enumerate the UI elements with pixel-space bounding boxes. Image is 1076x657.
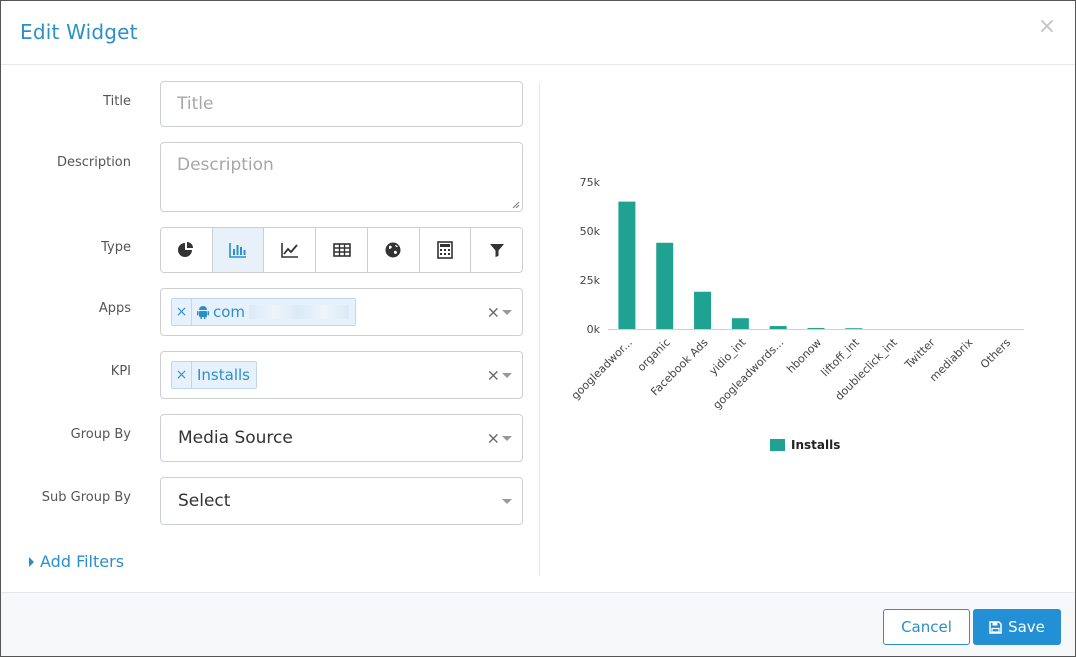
save-button[interactable]: Save <box>973 609 1061 645</box>
modal-footer: Cancel Save <box>1 592 1075 656</box>
sub-group-by-chevron-down-icon[interactable] <box>502 499 512 504</box>
redacted-app-id <box>249 305 350 319</box>
bar[interactable] <box>845 328 863 329</box>
table-icon <box>332 243 351 257</box>
app-tag-text: com <box>213 303 246 321</box>
legend-label[interactable]: Installs <box>791 438 840 452</box>
type-selector <box>160 227 523 273</box>
resize-grip-icon[interactable] <box>512 201 520 209</box>
legend-swatch[interactable] <box>770 439 785 451</box>
line-chart-icon <box>280 243 298 258</box>
kpi-chevron-down-icon[interactable] <box>502 373 512 378</box>
apps-label: Apps <box>98 301 131 316</box>
bar[interactable] <box>731 318 749 329</box>
type-map-button[interactable] <box>367 228 420 272</box>
type-line-button[interactable] <box>264 228 317 272</box>
sub-group-by-placeholder: Select <box>178 491 231 511</box>
bar[interactable] <box>807 328 825 329</box>
type-label: Type <box>101 240 131 255</box>
sub-group-by-select[interactable]: Select <box>160 477 523 525</box>
cancel-button[interactable]: Cancel <box>883 609 970 645</box>
title-placeholder: Title <box>177 94 214 114</box>
caret-right-icon <box>29 556 34 567</box>
calculator-icon <box>437 241 453 259</box>
android-icon <box>197 306 209 319</box>
close-icon[interactable]: × <box>1037 15 1057 39</box>
description-textarea[interactable]: Description <box>160 142 523 212</box>
app-tag: × com <box>171 298 357 326</box>
kpi-clear-icon[interactable]: × <box>487 366 500 385</box>
edit-widget-modal: Edit Widget × Title Title Description De… <box>0 0 1076 657</box>
funnel-icon <box>489 244 504 257</box>
y-tick-label: 75k <box>580 176 601 189</box>
x-tick-label: organic <box>635 336 673 374</box>
x-tick-label: googleadwords... <box>710 336 786 412</box>
description-label: Description <box>56 155 131 170</box>
y-tick-label: 25k <box>580 274 601 287</box>
kpi-tag: × Installs <box>171 361 257 389</box>
type-calculator-button[interactable] <box>419 228 472 272</box>
apps-clear-icon[interactable]: × <box>487 303 500 322</box>
add-filters-toggle[interactable]: Add Filters <box>29 552 124 571</box>
bar[interactable] <box>618 201 636 329</box>
x-tick-label: Twitter <box>902 336 938 372</box>
kpi-tag-text: Installs <box>197 366 250 384</box>
app-tag-remove-icon[interactable]: × <box>172 299 192 325</box>
type-pie-button[interactable] <box>161 228 213 272</box>
group-by-value: Media Source <box>178 428 293 448</box>
add-filters-label: Add Filters <box>40 552 125 571</box>
type-funnel-button[interactable] <box>471 228 522 272</box>
chart-preview: 0k 25k 50k 75k googleadwor... organic Facebook… <box>546 151 1056 471</box>
x-tick-label: Others <box>978 336 1014 372</box>
type-table-button[interactable] <box>316 228 368 272</box>
kpi-label: KPI <box>110 364 131 379</box>
modal-title: Edit Widget <box>20 20 138 44</box>
bar[interactable] <box>769 326 787 329</box>
y-tick-label: 50k <box>580 225 601 238</box>
save-button-label: Save <box>1008 618 1045 636</box>
apps-chevron-down-icon[interactable] <box>502 310 512 315</box>
kpi-select[interactable]: × Installs × <box>160 351 523 399</box>
kpi-tag-remove-icon[interactable]: × <box>172 362 192 388</box>
group-by-select[interactable]: Media Source × <box>160 414 523 462</box>
x-tick-label: googleadwor... <box>569 336 635 402</box>
title-label: Title <box>103 94 131 109</box>
group-by-label: Group By <box>70 427 131 442</box>
sub-group-by-label: Sub Group By <box>41 490 131 505</box>
globe-icon <box>385 242 401 258</box>
floppy-disk-icon <box>989 620 1002 634</box>
bar-chart-icon <box>229 243 247 258</box>
group-by-chevron-down-icon[interactable] <box>502 436 512 441</box>
bar[interactable] <box>694 291 712 329</box>
type-bar-button[interactable] <box>212 228 265 272</box>
bar[interactable] <box>656 242 674 329</box>
group-by-clear-icon[interactable]: × <box>487 429 500 448</box>
y-tick-label: 0k <box>587 323 601 336</box>
pie-chart-icon <box>178 242 194 257</box>
description-placeholder: Description <box>177 155 274 175</box>
bar-chart: 0k25k50k75kgoogleadwor... organicFacebook… <box>569 176 1024 452</box>
title-input[interactable]: Title <box>160 81 523 127</box>
modal-header: Edit Widget × <box>1 1 1075 65</box>
panel-divider <box>539 82 540 576</box>
apps-select[interactable]: × com × <box>160 288 523 336</box>
